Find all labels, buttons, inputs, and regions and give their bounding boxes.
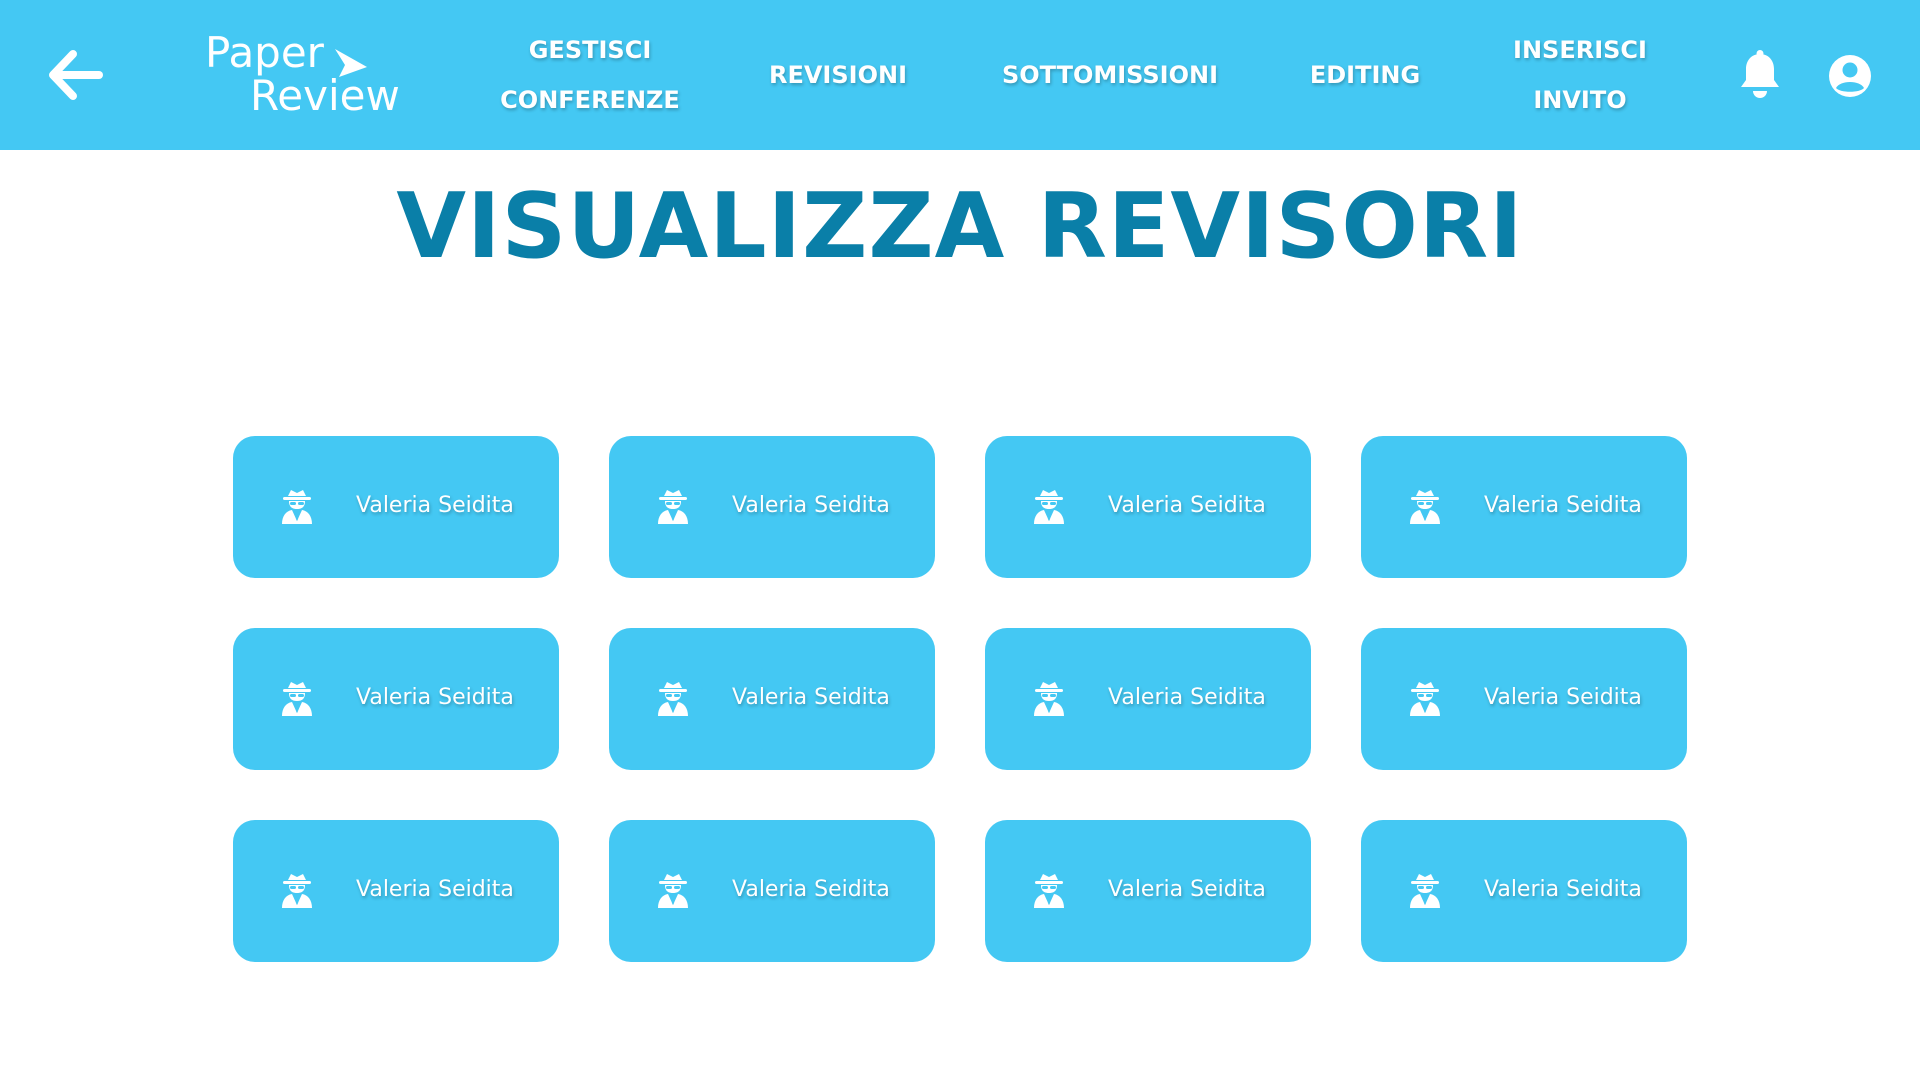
notifications-button[interactable] (1737, 50, 1783, 100)
reviewer-card[interactable]: Valeria Seidita (985, 820, 1311, 962)
reviewer-name: Valeria Seidita (1108, 493, 1266, 518)
reviewer-name: Valeria Seidita (1108, 685, 1266, 710)
reviewer-name: Valeria Seidita (732, 493, 890, 518)
user-secret-icon (1409, 489, 1441, 525)
user-secret-icon (281, 873, 313, 909)
nav-label: EDITING (1309, 61, 1421, 89)
user-secret-icon (1033, 873, 1065, 909)
nav-label-line2: INVITO (1533, 86, 1627, 114)
user-secret-icon (657, 873, 689, 909)
reviewer-name: Valeria Seidita (356, 877, 514, 902)
user-secret-icon (657, 681, 689, 717)
user-secret-icon (281, 681, 313, 717)
user-secret-icon (1033, 489, 1065, 525)
reviewer-card[interactable]: Valeria Seidita (1361, 820, 1687, 962)
back-button[interactable] (47, 48, 103, 102)
reviewers-grid: Valeria Seidita Valeria Seidita Valeria … (233, 436, 1688, 962)
reviewer-card[interactable]: Valeria Seidita (985, 436, 1311, 578)
logo-text-review: Review (250, 71, 400, 120)
reviewer-card[interactable]: Valeria Seidita (609, 436, 935, 578)
reviewer-card[interactable]: Valeria Seidita (609, 628, 935, 770)
reviewer-name: Valeria Seidita (1484, 685, 1642, 710)
nav-editing[interactable]: EDITING (1290, 25, 1440, 125)
reviewer-card[interactable]: Valeria Seidita (233, 820, 559, 962)
nav-label: SOTTOMISSIONI (1001, 61, 1219, 89)
app-logo[interactable]: Paper Review (205, 27, 405, 122)
user-secret-icon (281, 489, 313, 525)
reviewer-name: Valeria Seidita (1484, 493, 1642, 518)
user-secret-icon (1033, 681, 1065, 717)
nav-gestisci-conferenze[interactable]: GESTISCI CONFERENZE (480, 25, 700, 125)
nav-label-line1: INSERISCI (1513, 36, 1647, 64)
user-profile-button[interactable] (1827, 53, 1873, 99)
reviewer-card[interactable]: Valeria Seidita (1361, 436, 1687, 578)
reviewer-card[interactable]: Valeria Seidita (233, 436, 559, 578)
reviewer-card[interactable]: Valeria Seidita (1361, 628, 1687, 770)
user-circle-icon (1829, 55, 1871, 97)
nav-revisioni[interactable]: REVISIONI (748, 25, 928, 125)
reviewer-card[interactable]: Valeria Seidita (233, 628, 559, 770)
reviewer-name: Valeria Seidita (732, 877, 890, 902)
user-secret-icon (1409, 681, 1441, 717)
reviewer-name: Valeria Seidita (732, 685, 890, 710)
nav-sottomissioni[interactable]: SOTTOMISSIONI (985, 25, 1235, 125)
user-secret-icon (657, 489, 689, 525)
reviewer-name: Valeria Seidita (356, 685, 514, 710)
reviewer-card[interactable]: Valeria Seidita (985, 628, 1311, 770)
reviewer-name: Valeria Seidita (1484, 877, 1642, 902)
page-title: VISUALIZZA REVISORI (396, 174, 1524, 279)
nav-label-line1: GESTISCI (528, 36, 652, 64)
nav-label-line2: CONFERENZE (500, 86, 680, 114)
top-navbar: Paper Review GESTISCI CONFERENZE REVISIO… (0, 0, 1920, 150)
bell-icon (1741, 50, 1779, 98)
user-secret-icon (1409, 873, 1441, 909)
reviewer-name: Valeria Seidita (356, 493, 514, 518)
arrow-left-icon (49, 50, 103, 100)
nav-label: REVISIONI (768, 61, 907, 89)
paper-plane-icon (331, 45, 371, 81)
reviewer-card[interactable]: Valeria Seidita (609, 820, 935, 962)
reviewer-name: Valeria Seidita (1108, 877, 1266, 902)
nav-inserisci-invito[interactable]: INSERISCI INVITO (1490, 25, 1670, 125)
